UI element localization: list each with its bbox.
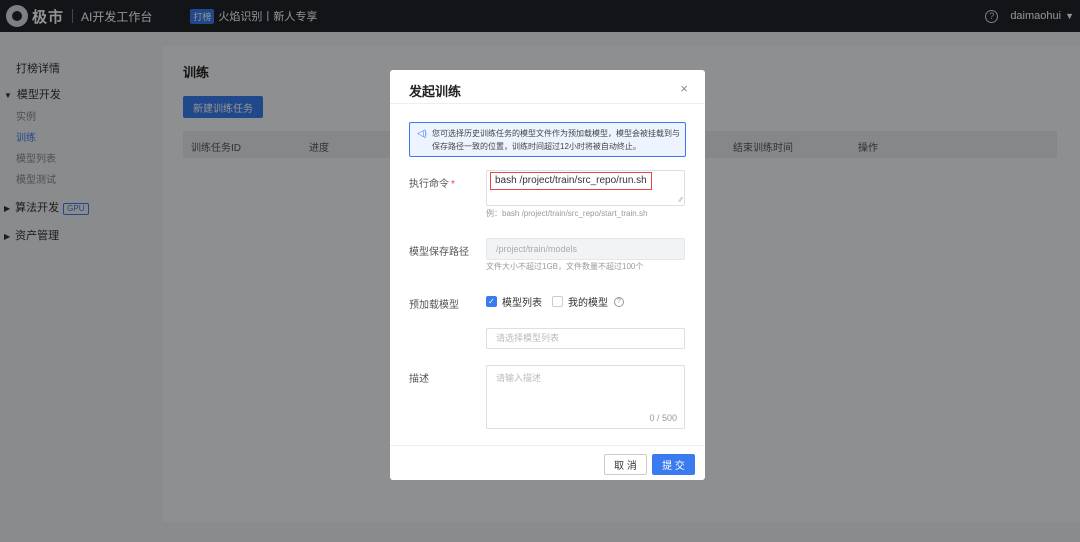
notice-text: 您可选择历史训练任务的模型文件作为预加载模型，模型会被挂载到与保存路径一致的位置… (432, 129, 680, 151)
command-label: 执行命令 * (409, 175, 455, 190)
model-list-select[interactable]: 请选择模型列表 (486, 328, 685, 349)
question-icon[interactable]: ? (614, 296, 624, 307)
cancel-button[interactable]: 取 消 (604, 454, 647, 475)
info-notice: ◁) 您可选择历史训练任务的模型文件作为预加载模型，模型会被挂载到与保存路径一致… (409, 122, 686, 157)
model-list-checkbox[interactable]: ✓ (486, 296, 497, 307)
description-placeholder: 请输入描述 (496, 373, 542, 383)
save-path-label: 模型保存路径 (409, 247, 469, 258)
submit-button[interactable]: 提 交 (652, 454, 695, 475)
my-model-option-label[interactable]: 我的模型 (568, 294, 608, 309)
model-list-option-label[interactable]: 模型列表 (502, 294, 542, 309)
description-textarea[interactable]: 请输入描述 0 / 500 (486, 365, 685, 429)
start-training-dialog: 发起训练 × ◁) 您可选择历史训练任务的模型文件作为预加载模型，模型会被挂载到… (390, 70, 705, 480)
command-textarea[interactable]: bash /project/train/src_repo/run.sh ⁄⁄ (486, 170, 685, 206)
preload-model-label: 预加载模型 (409, 300, 459, 311)
command-value: bash /project/train/src_repo/run.sh (490, 172, 652, 190)
required-mark: * (451, 179, 455, 190)
command-label-text: 执行命令 (409, 179, 449, 190)
preload-options: ✓ 模型列表 我的模型 ? (486, 294, 624, 309)
speaker-icon: ◁) (417, 128, 427, 138)
description-label: 描述 (409, 374, 429, 385)
char-counter: 0 / 500 (649, 413, 677, 423)
close-icon[interactable]: × (680, 82, 688, 95)
save-path-hint: 文件大小不超过1GB，文件数量不超过100个 (486, 262, 644, 271)
dialog-title: 发起训练 (409, 84, 462, 99)
command-hint: 例：bash /project/train/src_repo/start_tra… (486, 209, 648, 218)
resize-grip-icon[interactable]: ⁄⁄ (680, 197, 682, 204)
divider (390, 103, 705, 104)
save-path-input: /project/train/models (486, 238, 685, 260)
my-model-checkbox[interactable] (552, 296, 563, 307)
divider (390, 445, 705, 446)
